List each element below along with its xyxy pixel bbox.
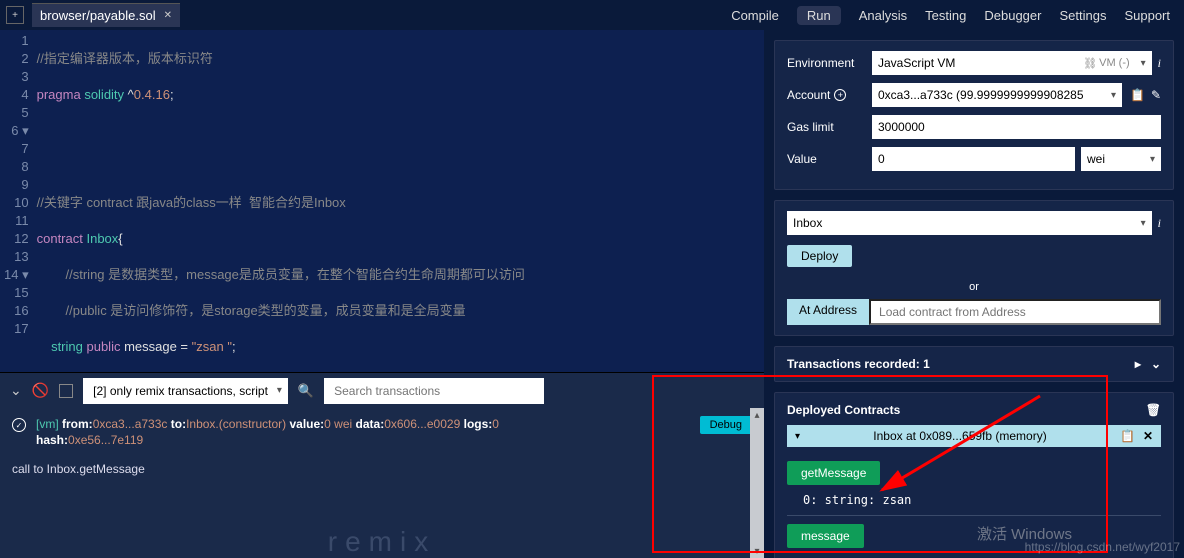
file-tab-name: browser/payable.sol bbox=[40, 8, 156, 23]
editor-pane: 12345 6 ▾78910 11121314 ▾15 1617 //指定编译器… bbox=[0, 30, 764, 558]
account-label: Account + bbox=[787, 88, 872, 102]
tx-log-entry[interactable]: [vm] from:0xca3...a733c to:Inbox.(constr… bbox=[36, 416, 690, 448]
chevron-down-icon[interactable]: ⌄ bbox=[10, 382, 22, 399]
file-tab[interactable]: browser/payable.sol ✕ bbox=[32, 3, 180, 27]
getmessage-result: 0: string: zsan bbox=[787, 489, 1161, 516]
at-address-input[interactable] bbox=[869, 299, 1161, 325]
console-filter-dropdown[interactable]: [2] only remix transactions, script bbox=[83, 378, 288, 404]
search-icon[interactable]: 🔍 bbox=[298, 383, 314, 399]
at-address-button[interactable]: At Address bbox=[787, 299, 869, 325]
tab-run[interactable]: Run bbox=[797, 6, 841, 25]
tab-analysis[interactable]: Analysis bbox=[859, 8, 907, 23]
top-tabs: Compile Run Analysis Testing Debugger Se… bbox=[717, 0, 1184, 30]
check-icon: ✓ bbox=[12, 418, 26, 432]
message-button[interactable]: message bbox=[787, 524, 864, 548]
panel-toggle-icon[interactable]: + bbox=[6, 6, 24, 24]
tab-testing[interactable]: Testing bbox=[925, 8, 966, 23]
tab-debugger[interactable]: Debugger bbox=[984, 8, 1041, 23]
edit-icon[interactable]: ✎ bbox=[1151, 88, 1161, 102]
close-tab-icon[interactable]: ✕ bbox=[164, 10, 172, 21]
clear-icon[interactable]: 🚫 bbox=[32, 382, 49, 399]
contract-instance: ▾ Inbox at 0x089...659fb (memory) 📋 ✕ bbox=[787, 425, 1161, 447]
line-gutter: 12345 6 ▾78910 11121314 ▾15 1617 bbox=[0, 30, 37, 372]
remove-instance-icon[interactable]: ✕ bbox=[1143, 429, 1153, 443]
console-output: ▴ ▾ ✓ [vm] from:0xca3...a733c to:Inbox.(… bbox=[0, 408, 764, 558]
contract-select[interactable]: Inbox ▾ bbox=[787, 211, 1152, 235]
code-editor[interactable]: 12345 6 ▾78910 11121314 ▾15 1617 //指定编译器… bbox=[0, 30, 764, 372]
add-account-icon[interactable]: + bbox=[834, 89, 846, 101]
expand-icon[interactable]: ▸ bbox=[1135, 357, 1141, 371]
tab-support[interactable]: Support bbox=[1124, 8, 1170, 23]
scroll-down-icon[interactable]: ▾ bbox=[751, 544, 763, 558]
console-scrollbar[interactable]: ▴ ▾ bbox=[750, 408, 764, 558]
call-log-entry[interactable]: call to Inbox.getMessage bbox=[12, 462, 752, 476]
copy-icon[interactable]: 📋 bbox=[1130, 88, 1145, 102]
tab-settings[interactable]: Settings bbox=[1059, 8, 1106, 23]
console-checkbox[interactable] bbox=[59, 384, 73, 398]
info-icon[interactable]: i bbox=[1158, 216, 1161, 231]
fork-icon: ⛓ bbox=[1083, 57, 1097, 70]
debug-button[interactable]: Debug bbox=[700, 416, 752, 434]
or-text: or bbox=[787, 281, 1161, 293]
remix-watermark: remix bbox=[328, 526, 436, 558]
gas-label: Gas limit bbox=[787, 120, 872, 134]
run-panel: Environment JavaScript VM ⛓VM (-) ▾ i Ac… bbox=[764, 30, 1184, 558]
gas-limit-input[interactable] bbox=[872, 115, 1161, 139]
info-icon[interactable]: i bbox=[1158, 56, 1161, 71]
deployed-header: Deployed Contracts bbox=[787, 403, 900, 417]
collapse-icon[interactable]: ▾ bbox=[795, 431, 800, 442]
getmessage-button[interactable]: getMessage bbox=[787, 461, 880, 485]
tab-compile[interactable]: Compile bbox=[731, 8, 779, 23]
env-select[interactable]: JavaScript VM ⛓VM (-) ▾ bbox=[872, 51, 1152, 75]
console-search-input[interactable] bbox=[324, 378, 544, 404]
tx-recorded-section[interactable]: Transactions recorded: 1 ▸ ⌄ bbox=[774, 346, 1174, 382]
deploy-button[interactable]: Deploy bbox=[787, 245, 852, 267]
value-label: Value bbox=[787, 152, 872, 166]
env-label: Environment bbox=[787, 56, 872, 70]
value-input[interactable] bbox=[872, 147, 1075, 171]
trash-icon[interactable]: 🗑 bbox=[1146, 403, 1161, 417]
chevron-down-icon[interactable]: ⌄ bbox=[1151, 357, 1161, 371]
copy-address-icon[interactable]: 📋 bbox=[1120, 429, 1135, 443]
value-unit-select[interactable]: wei ▾ bbox=[1081, 147, 1161, 171]
account-select[interactable]: 0xca3...a733c (99.9999999999908285 ▾ bbox=[872, 83, 1122, 107]
console-toolbar: ⌄ 🚫 [2] only remix transactions, script … bbox=[0, 372, 764, 408]
scroll-up-icon[interactable]: ▴ bbox=[751, 408, 763, 422]
